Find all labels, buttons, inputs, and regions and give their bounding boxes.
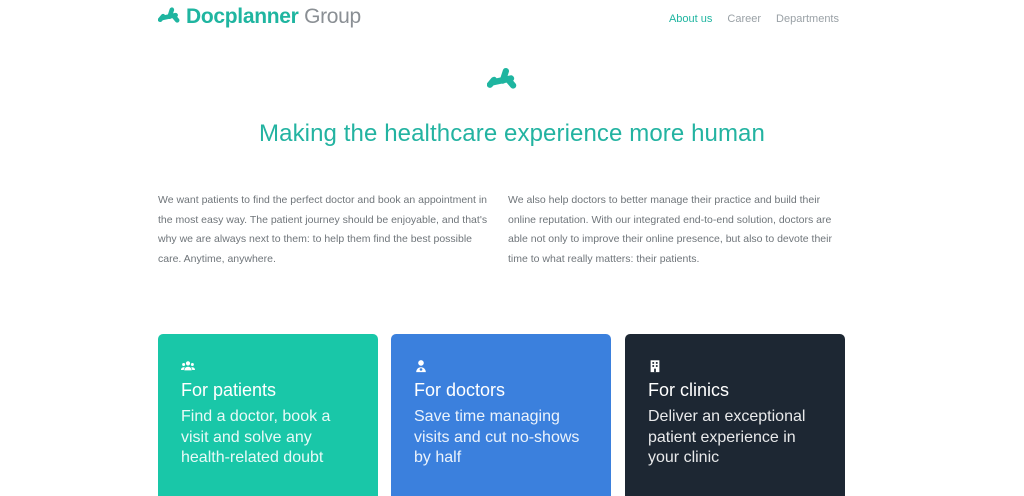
page: Docplanner Group About us Career Departm… (0, 0, 1024, 496)
logo-name: Docplanner (186, 5, 299, 28)
building-icon (650, 360, 660, 373)
logo-suffix: Group (298, 5, 361, 28)
card-title: For patients (181, 380, 277, 400)
card-text: Find a doctor, book a visit and solve an… (181, 408, 331, 466)
hero-title: Making the healthcare experience more hu… (259, 120, 765, 147)
nav-career[interactable]: Career (727, 12, 761, 26)
card-for-patients[interactable]: For patients Find a doctor, book a visit… (158, 334, 378, 496)
card-text: Deliver an exceptional patient experienc… (648, 408, 806, 466)
card-text: Save time managing visits and cut no-sho… (414, 408, 580, 466)
card-for-doctors[interactable]: For doctors Save time managing visits an… (391, 334, 611, 496)
nav-departments[interactable]: Departments (776, 12, 839, 26)
nav-about-us[interactable]: About us (669, 12, 712, 26)
card-title: For doctors (414, 380, 506, 400)
docplanner-emblem-icon (487, 67, 517, 89)
main-nav: About us Career Departments (669, 12, 839, 26)
card-for-clinics[interactable]: For clinics Deliver an exceptional patie… (625, 334, 845, 496)
doctor-icon (416, 360, 426, 373)
card-title: For clinics (648, 380, 730, 400)
logo-text: Docplanner Group (186, 5, 361, 29)
users-icon (181, 361, 195, 371)
intro-doctors-text: We also help doctors to better manage th… (508, 194, 832, 266)
docplanner-logo-icon (158, 7, 180, 23)
intro-patients-text: We want patients to find the perfect doc… (158, 194, 488, 266)
docplanner-group-logo[interactable]: Docplanner Group (158, 5, 361, 29)
